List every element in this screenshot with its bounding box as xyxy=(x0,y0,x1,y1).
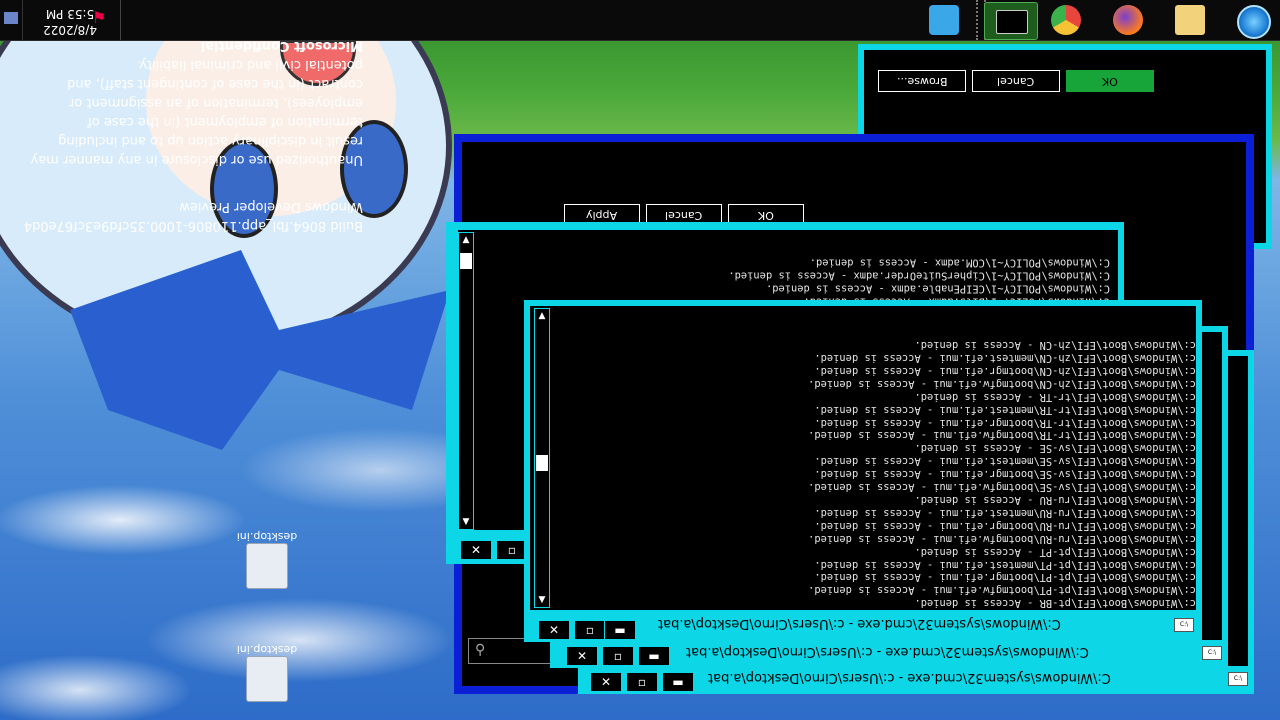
console-line: c:\Windows\Boot\EFI\pt-BR - Access is de… xyxy=(914,596,1196,608)
console-line: c:\Windows\Boot\EFI\sv-SE\memtest.efi.mu… xyxy=(814,454,1196,467)
browse-button[interactable]: Browse... xyxy=(878,70,966,92)
window-title: C:\Windows\system32\cmd.exe - c:\Users\C… xyxy=(686,644,1089,659)
scroll-thumb[interactable] xyxy=(536,455,548,471)
chrome-icon xyxy=(1051,5,1081,35)
console-line: c:\Windows\Boot\EFI\ru-RU - Access is de… xyxy=(914,493,1196,506)
confidential-watermark: Build 8064.fbl_app.110806-1000.35cfd9e3c… xyxy=(18,36,363,235)
minimize-button[interactable]: ▬ xyxy=(638,646,670,666)
console-line: c:\Windows\Boot\EFI\zh-CN\bootmgfw.efi.m… xyxy=(808,377,1196,390)
console-line: c:\Windows\Boot\EFI\pt-PT\memtest.efi.mu… xyxy=(814,558,1196,571)
console-line: c:\Windows\Boot\EFI\tr-TR\bootmgfw.efi.m… xyxy=(808,429,1196,442)
taskbar-files-button[interactable] xyxy=(1164,2,1216,38)
cmd-icon: C:\ xyxy=(1202,646,1222,660)
minimize-button[interactable]: ▬ xyxy=(604,620,636,640)
build-line: Windows Developer Preview xyxy=(179,199,363,214)
cmd-icon xyxy=(996,10,1028,34)
console-line: c:\Windows\Boot\EFI\zh-CN - Access is de… xyxy=(914,338,1196,351)
console-line: c:\Windows\Boot\EFI\zh-CN\bootmgr.efi.mu… xyxy=(814,364,1196,377)
close-button[interactable]: ✕ xyxy=(590,672,622,692)
console-line: c:\Windows\Boot\EFI\ru-RU\bootmgr.efi.mu… xyxy=(814,519,1196,532)
taskbar-explorer-button[interactable] xyxy=(918,2,970,38)
policy-console-output: C:\Windows\POLICY~1\AutoPlay.admx - Acce… xyxy=(480,230,1110,310)
console-line: C:\Windows\POLICY~1\CEIPEnable.admx - Ac… xyxy=(765,282,1110,295)
console-line: c:\Windows\Boot\EFI\sv-SE - Access is de… xyxy=(914,441,1196,454)
start-button[interactable] xyxy=(1226,2,1278,39)
watermark-body: Unauthorized use or disclosure in any ma… xyxy=(30,57,363,167)
scroll-up-arrow-icon[interactable]: ▲ xyxy=(535,309,549,323)
taskbar-firefox-button[interactable] xyxy=(1102,2,1154,38)
windows-explorer-icon xyxy=(929,5,959,35)
console-line: c:\Windows\Boot\EFI\zh-CN\memtest.efi.mu… xyxy=(814,351,1196,364)
cmd-window-1: c:\Windows\Boot\EFI\pt-BR\bootmgfw.efi.m… xyxy=(524,300,1202,642)
firefox-icon xyxy=(1113,5,1143,35)
close-button[interactable]: ✕ xyxy=(566,646,598,666)
console-scrollbar[interactable]: ▲ ▼ xyxy=(458,232,474,530)
console-line: c:\Windows\Boot\EFI\pt-PT\bootmgfw.efi.m… xyxy=(808,583,1196,596)
taskbar-separator xyxy=(120,0,121,40)
maximize-button[interactable]: ▫ xyxy=(626,672,658,692)
console-line: C:\Windows\POLICY~1\CipherSuiteOrder.adm… xyxy=(728,269,1110,282)
desktop-icon-label: desktop.ini xyxy=(236,530,298,543)
console-lines: c:\Windows\Boot\EFI\pt-BR\bootmgfw.efi.m… xyxy=(556,338,1196,608)
console-line: c:\Windows\Boot\EFI\sv-SE\bootmgr.efi.mu… xyxy=(814,467,1196,480)
console-line: c:\Windows\Boot\EFI\ru-RU\memtest.efi.mu… xyxy=(814,506,1196,519)
taskbar-chrome-button[interactable] xyxy=(1040,2,1092,38)
console-line: c:\Windows\Boot\EFI\tr-TR\memtest.efi.mu… xyxy=(814,403,1196,416)
console-line: c:\Windows\Boot\EFI\tr-TR - Access is de… xyxy=(914,390,1196,403)
taskbar-cmd-button[interactable] xyxy=(984,2,1038,40)
cmd-icon: C:\ xyxy=(1228,672,1248,686)
settings-file-icon xyxy=(246,543,288,589)
console-line: c:\Windows\Boot\EFI\pt-PT\bootmgr.efi.mu… xyxy=(814,571,1196,584)
window-title: C:\Windows\system32\cmd.exe - c:\Users\C… xyxy=(708,670,1111,685)
console-line: C:\Windows\POLICY~1\COM.admx - Access is… xyxy=(809,256,1110,269)
console-line: c:\Windows\Boot\EFI\pt-PT - Access is de… xyxy=(914,545,1196,558)
desktop-icon-desktop-ini[interactable]: desktop.ini xyxy=(232,530,302,589)
build-line: Build 8064.fbl_app.110806-1000.35cfd9e3c… xyxy=(23,218,363,233)
scroll-thumb[interactable] xyxy=(460,253,472,269)
console-line: c:\Windows\Boot\EFI\ru-RU\bootmgfw.efi.m… xyxy=(808,532,1196,545)
scroll-down-arrow-icon[interactable]: ▼ xyxy=(535,593,549,607)
desktop-icon-desktop-ini[interactable]: desktop.ini xyxy=(232,643,302,702)
taskbar: 4/8/2022 5:53 PM ⚑ xyxy=(0,0,1280,41)
desktop-icon-label: desktop.ini xyxy=(236,643,298,656)
scroll-down-arrow-icon[interactable]: ▼ xyxy=(459,515,473,529)
close-button[interactable]: ✕ xyxy=(460,540,492,560)
file-manager-icon xyxy=(1175,5,1205,35)
action-center-flag-icon[interactable]: ⚑ xyxy=(92,8,110,30)
show-desktop-button[interactable] xyxy=(0,0,23,40)
minimize-button[interactable]: ▬ xyxy=(662,672,694,692)
maximize-button[interactable]: ▫ xyxy=(574,620,606,640)
cmd-icon: C:\ xyxy=(1174,618,1194,632)
settings-file-icon xyxy=(246,656,288,702)
window-title: C:\Windows\system32\cmd.exe - c:\Users\C… xyxy=(658,616,1061,631)
console-line: c:\Windows\Boot\EFI\tr-TR\bootmgr.efi.mu… xyxy=(814,416,1196,429)
maximize-button[interactable]: ▫ xyxy=(602,646,634,666)
start-orb-icon xyxy=(1237,5,1271,39)
console-line: c:\Windows\Boot\EFI\sv-SE\bootmgfw.efi.m… xyxy=(808,480,1196,493)
search-icon: ⚲ xyxy=(475,642,486,658)
close-button[interactable]: ✕ xyxy=(538,620,570,640)
desktop-icon xyxy=(4,12,18,24)
cmd-console-output: c:\Windows\Boot\EFI\pt-BR\bootmgfw.efi.m… xyxy=(556,312,1196,608)
console-body: c:\Windows\Boot\EFI\pt-BR\bootmgfw.efi.m… xyxy=(530,306,1196,610)
scroll-up-arrow-icon[interactable]: ▲ xyxy=(459,233,473,247)
ok-button[interactable]: OK xyxy=(1066,70,1154,92)
console-scrollbar[interactable]: ▲ ▼ xyxy=(534,308,550,608)
cancel-button[interactable]: Cancel xyxy=(972,70,1060,92)
